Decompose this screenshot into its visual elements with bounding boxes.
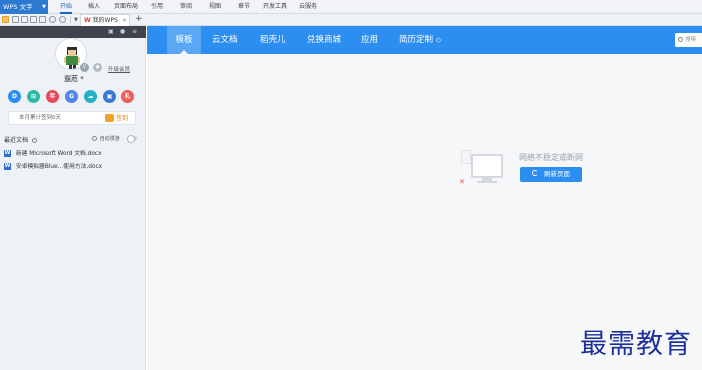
recent-docs-title: 最近文档 bbox=[4, 137, 29, 144]
gift-box-icon bbox=[105, 114, 114, 122]
nav-tab-mall[interactable]: 兑换商城 bbox=[307, 26, 341, 54]
tab-my-wps[interactable]: W 我的WPS × bbox=[80, 14, 130, 26]
word-doc-icon: W bbox=[4, 163, 11, 170]
diamond-icon[interactable]: ◆ bbox=[93, 63, 102, 72]
open-folder-icon[interactable] bbox=[2, 16, 9, 23]
menu-item-start[interactable]: 开始 bbox=[60, 0, 73, 14]
error-x-icon: ✕ bbox=[459, 178, 465, 186]
refresh-icon[interactable] bbox=[31, 138, 37, 143]
docer-icon[interactable]: D bbox=[8, 90, 21, 103]
recent-docs-header: 最近文档 bbox=[4, 135, 37, 144]
chevron-down-icon: ▼ bbox=[42, 4, 46, 10]
offline-illustration: ✕ bbox=[459, 150, 505, 186]
upgrade-vip-link[interactable]: 升级会员 bbox=[108, 65, 130, 73]
menu-item-cloud[interactable]: 云服务 bbox=[299, 0, 317, 14]
checkin-text: 本月累计签到0天 bbox=[19, 115, 61, 121]
print-icon[interactable] bbox=[30, 16, 37, 23]
menu-item-developer[interactable]: 开发工具 bbox=[263, 0, 287, 14]
monitor-icon bbox=[471, 154, 503, 178]
apps-icon[interactable]: ⊞ bbox=[27, 90, 40, 103]
monitor-base bbox=[477, 181, 497, 183]
undo-icon[interactable] bbox=[49, 16, 56, 23]
menu-item-page-layout[interactable]: 页面布局 bbox=[114, 0, 138, 14]
cloud-icon[interactable]: ☁ bbox=[84, 90, 97, 103]
top-nav: 模板 云文档 稻壳儿 兑换商城 应用 简历定制 ◇ 搜模 bbox=[147, 26, 702, 54]
nav-tab-resume[interactable]: 简历定制 ◇ bbox=[399, 26, 441, 54]
calendar-icon[interactable]: 年 bbox=[46, 90, 59, 103]
user-sidebar: ▣ ● ≡ V ◆ 升级会员 遛苊 * D ⊞ 年 G ☁ ▣ 礼 本月累计签到… bbox=[0, 26, 146, 370]
sidebar-top-bar: ▣ ● ≡ bbox=[0, 26, 146, 38]
diamond-icon: ◇ bbox=[435, 36, 442, 44]
menu-item-references[interactable]: 引用 bbox=[151, 0, 163, 14]
recent-file-item[interactable]: W 安卓模拟器Blue...使用方法.docx bbox=[4, 161, 102, 170]
wps-logo-icon: W bbox=[84, 17, 91, 24]
lock-icon[interactable]: ▣ bbox=[108, 28, 114, 35]
collapse-icon[interactable]: ≡ bbox=[132, 28, 137, 35]
recent-file-name: 安卓模拟器Blue...使用方法.docx bbox=[15, 164, 103, 170]
checkin-bar: 本月累计签到0天 签到 bbox=[8, 111, 136, 125]
new-tab-button[interactable]: + bbox=[135, 14, 143, 25]
checkin-button[interactable]: 签到 bbox=[116, 112, 128, 125]
auto-roam-text: 自动漫游 bbox=[99, 136, 120, 142]
auto-roam-toggle[interactable] bbox=[127, 135, 137, 143]
wps-window: WPS 文字 ▼ 开始 插入 页面布局 引用 审阅 视图 章节 开发工具 云服务… bbox=[0, 0, 702, 370]
menu-item-insert[interactable]: 插入 bbox=[88, 0, 100, 14]
offline-message: 网络不稳定或断网 bbox=[519, 153, 583, 162]
quick-access-toolbar: ▼ W 我的WPS × + bbox=[0, 14, 702, 26]
save-icon[interactable] bbox=[12, 16, 19, 23]
vip-badge-icon[interactable]: V bbox=[80, 63, 89, 72]
nav-tab-cloud-docs[interactable]: 云文档 bbox=[212, 26, 238, 54]
main-content: 模板 云文档 稻壳儿 兑换商城 应用 简历定制 ◇ 搜模 ✕ 网络不稳定或断网 … bbox=[147, 26, 702, 370]
tab-list-chevron-icon[interactable]: ▼ bbox=[74, 14, 78, 26]
word-doc-icon: W bbox=[4, 150, 11, 157]
nav-tab-docer[interactable]: 稻壳儿 bbox=[260, 26, 286, 54]
menu-item-view[interactable]: 视图 bbox=[209, 0, 221, 14]
app-name: WPS 文字 bbox=[3, 3, 33, 11]
search-input[interactable]: 搜模 bbox=[675, 33, 702, 47]
message-icon[interactable]: ● bbox=[120, 28, 125, 35]
nav-tab-templates[interactable]: 模板 bbox=[167, 26, 201, 54]
toolbar-divider bbox=[70, 16, 71, 24]
nav-tab-apps[interactable]: 应用 bbox=[361, 26, 378, 54]
card-graphic bbox=[461, 150, 471, 164]
close-icon[interactable]: × bbox=[122, 15, 127, 26]
redo-icon[interactable] bbox=[59, 16, 66, 23]
refresh-icon bbox=[532, 170, 538, 176]
disk-icon[interactable]: ▣ bbox=[103, 90, 116, 103]
menu-bar: WPS 文字 ▼ 开始 插入 页面布局 引用 审阅 视图 章节 开发工具 云服务 bbox=[0, 0, 702, 14]
recent-file-item[interactable]: W 新建 Microsoft Word 文档.docx bbox=[4, 148, 102, 157]
watermark-text: 最需教育 bbox=[580, 329, 692, 360]
print-preview-icon[interactable] bbox=[39, 16, 46, 23]
search-placeholder: 搜模 bbox=[685, 37, 697, 43]
menu-item-review[interactable]: 审阅 bbox=[180, 0, 192, 14]
search-icon bbox=[678, 37, 683, 42]
refresh-page-button[interactable]: 刷新页面 bbox=[520, 167, 582, 182]
help-icon[interactable] bbox=[92, 136, 97, 141]
gift-icon[interactable]: 礼 bbox=[121, 90, 134, 103]
recent-file-name: 新建 Microsoft Word 文档.docx bbox=[15, 151, 102, 157]
app-menu-button[interactable]: WPS 文字 ▼ bbox=[0, 0, 48, 14]
tab-label: 我的WPS bbox=[92, 17, 118, 24]
username[interactable]: 遛苊 * bbox=[64, 74, 84, 84]
g-icon[interactable]: G bbox=[65, 90, 78, 103]
auto-roam-label: 自动漫游 bbox=[92, 135, 120, 142]
nav-tab-resume-label: 简历定制 bbox=[399, 35, 434, 45]
export-pdf-icon[interactable] bbox=[21, 16, 28, 23]
menu-item-sections[interactable]: 章节 bbox=[238, 0, 250, 14]
refresh-page-label: 刷新页面 bbox=[544, 170, 570, 178]
